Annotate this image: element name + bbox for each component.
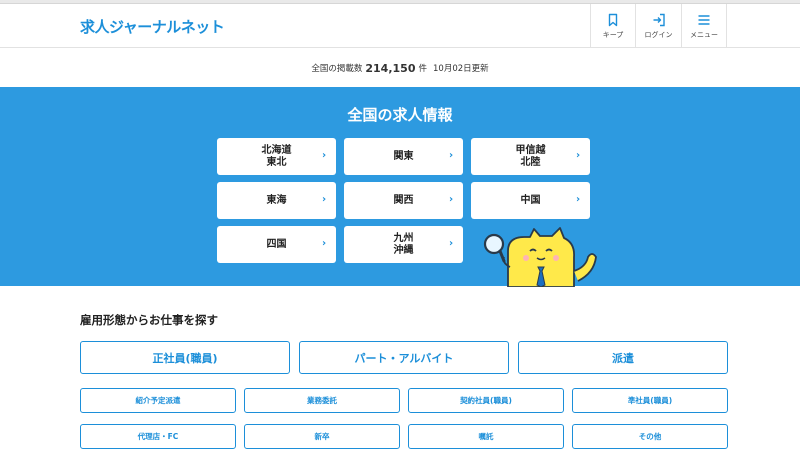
employment-button-outsourcing[interactable]: 業務委託 bbox=[244, 388, 400, 413]
employment-button-contract[interactable]: 契約社員(職員) bbox=[408, 388, 564, 413]
region-button-kansai[interactable]: 関西 › bbox=[344, 182, 463, 219]
chevron-right-icon: › bbox=[575, 194, 581, 205]
keep-button[interactable]: キープ bbox=[591, 4, 636, 48]
bookmark-icon bbox=[608, 13, 618, 26]
region-label: 関西 bbox=[393, 194, 414, 206]
region-panel-title: 全国の求人情報 bbox=[347, 106, 453, 124]
region-button-tokai[interactable]: 東海 › bbox=[217, 182, 336, 219]
employment-button-agency-fc[interactable]: 代理店・FC bbox=[80, 424, 236, 449]
region-label: 中国 bbox=[520, 194, 541, 206]
site-logo[interactable]: 求人ジャーナルネット bbox=[80, 16, 225, 37]
region-button-kanto[interactable]: 関東 › bbox=[344, 138, 463, 175]
region-label: 九州 沖縄 bbox=[393, 232, 414, 256]
chevron-right-icon: › bbox=[448, 238, 454, 249]
menu-button[interactable]: メニュー bbox=[682, 4, 727, 48]
login-label: ログイン bbox=[644, 30, 673, 39]
chevron-right-icon: › bbox=[448, 194, 454, 205]
region-label: 東海 bbox=[266, 194, 287, 206]
region-search-panel: 全国の求人情報 北海道 東北 › 関東 › 甲信越 北陸 › 東海 › 関西 ›… bbox=[0, 87, 800, 287]
employment-button-semi-regular[interactable]: 準社員(職員) bbox=[572, 388, 728, 413]
listing-count-prefix: 全国の掲載数 bbox=[311, 64, 363, 74]
keep-label: キープ bbox=[602, 30, 624, 39]
employment-button-temp-to-perm[interactable]: 紹介予定派遣 bbox=[80, 388, 236, 413]
listing-count-bar: 全国の掲載数 214,150 件 10月02日更新 bbox=[0, 49, 800, 87]
employment-button-shokutaku[interactable]: 嘱託 bbox=[408, 424, 564, 449]
employment-button-other[interactable]: その他 bbox=[572, 424, 728, 449]
site-header: 求人ジャーナルネット キープ ログイン メニュー bbox=[0, 4, 800, 48]
menu-icon bbox=[698, 14, 710, 25]
region-label: 四国 bbox=[266, 238, 287, 250]
chevron-right-icon: › bbox=[321, 194, 327, 205]
mascot-cat-illustration bbox=[483, 227, 597, 287]
region-button-chugoku[interactable]: 中国 › bbox=[471, 182, 590, 219]
employment-button-parttime[interactable]: パート・アルバイト bbox=[299, 341, 509, 374]
region-button-shikoku[interactable]: 四国 › bbox=[217, 226, 336, 263]
menu-label: メニュー bbox=[690, 30, 718, 39]
header-nav: キープ ログイン メニュー bbox=[590, 4, 727, 48]
region-button-koshinetsu-hokuriku[interactable]: 甲信越 北陸 › bbox=[471, 138, 590, 175]
login-icon bbox=[653, 13, 665, 26]
region-button-kyushu-okinawa[interactable]: 九州 沖縄 › bbox=[344, 226, 463, 263]
employment-button-new-graduate[interactable]: 新卒 bbox=[244, 424, 400, 449]
employment-type-section-title: 雇用形態からお仕事を探す bbox=[80, 313, 218, 327]
chevron-right-icon: › bbox=[321, 150, 327, 161]
chevron-right-icon: › bbox=[575, 150, 581, 161]
listing-updated-date: 10月02日更新 bbox=[433, 64, 489, 74]
chevron-right-icon: › bbox=[321, 238, 327, 249]
region-label: 北海道 東北 bbox=[261, 144, 292, 168]
region-label: 甲信越 北陸 bbox=[515, 144, 546, 168]
employment-button-fulltime[interactable]: 正社員(職員) bbox=[80, 341, 290, 374]
region-label: 関東 bbox=[393, 150, 414, 162]
chevron-right-icon: › bbox=[448, 150, 454, 161]
region-button-hokkaido-tohoku[interactable]: 北海道 東北 › bbox=[217, 138, 336, 175]
listing-count-number: 214,150 bbox=[365, 61, 416, 75]
employment-button-dispatch[interactable]: 派遣 bbox=[518, 341, 728, 374]
listing-count-unit: 件 bbox=[418, 64, 427, 74]
login-button[interactable]: ログイン bbox=[636, 4, 682, 48]
